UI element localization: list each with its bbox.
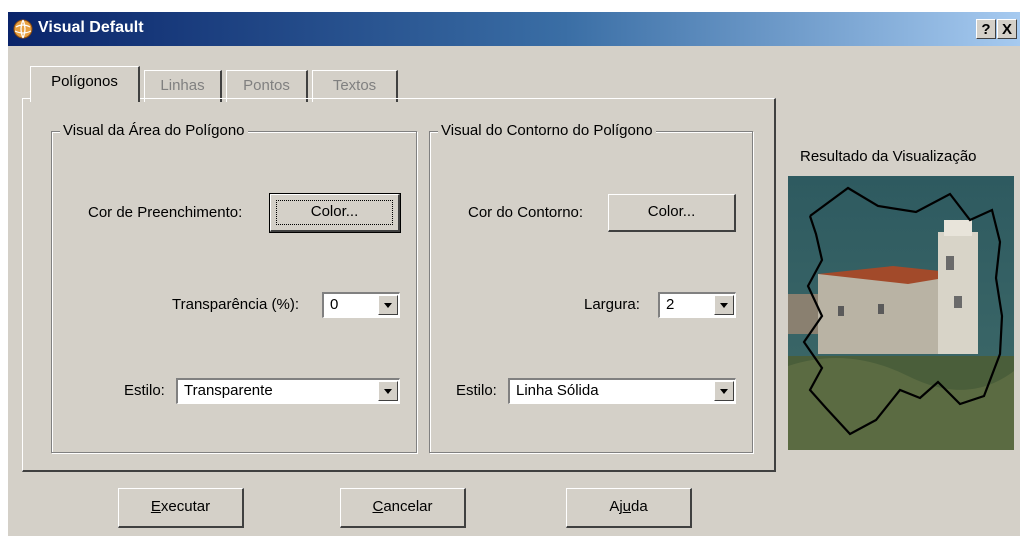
tab-poligonos[interactable]: Polígonos (30, 66, 140, 102)
title-bar[interactable]: Visual Default ? X (8, 12, 1020, 46)
chevron-down-icon[interactable] (378, 295, 398, 315)
width-value: 2 (666, 296, 675, 313)
contour-color-label: Cor do Contorno: (468, 204, 584, 221)
dialog-window: Visual Default ? X Polígonos Linhas Pont… (8, 12, 1020, 536)
help-mnemonic: u (622, 498, 631, 515)
execute-button[interactable]: Executar (118, 488, 244, 528)
contour-groupbox: Visual do Contorno do Polígono Cor do Co… (429, 122, 753, 453)
area-group-title: Visual da Área do Polígono (60, 122, 248, 139)
area-style-value: Transparente (184, 382, 273, 399)
help-label-rest: da (631, 498, 648, 515)
help-button[interactable]: Ajuda (566, 488, 692, 528)
fill-color-label: Cor de Preenchimento: (88, 204, 243, 221)
transparency-value: 0 (330, 296, 339, 313)
help-label-pre: Aj (609, 498, 623, 515)
chevron-down-icon[interactable] (714, 295, 734, 315)
app-globe-icon (13, 19, 33, 39)
cancel-mnemonic: C (372, 498, 384, 515)
close-title-button[interactable]: X (997, 19, 1017, 39)
contour-style-select[interactable]: Linha Sólida (508, 378, 736, 404)
area-style-label: Estilo: (124, 382, 165, 399)
tab-panel: Visual da Área do Polígono Cor de Preenc… (22, 98, 776, 472)
chevron-down-icon[interactable] (378, 381, 398, 401)
width-label: Largura: (584, 296, 640, 313)
contour-color-button[interactable]: Color... (608, 194, 736, 232)
transparency-label: Transparência (%): (172, 296, 299, 313)
transparency-select[interactable]: 0 (322, 292, 400, 318)
execute-mnemonic: E (150, 498, 161, 515)
preview-image (788, 176, 1014, 450)
preview-label: Resultado da Visualização (800, 148, 977, 165)
contour-group-title: Visual do Contorno do Polígono (438, 122, 656, 139)
focus-ring (276, 200, 393, 225)
contour-style-value: Linha Sólida (516, 382, 599, 399)
execute-label-rest: xecutar (160, 498, 211, 515)
cancel-label-rest: ancelar (383, 498, 433, 515)
area-style-select[interactable]: Transparente (176, 378, 400, 404)
area-groupbox: Visual da Área do Polígono Cor de Preenc… (51, 122, 417, 453)
help-title-button[interactable]: ? (976, 19, 996, 39)
contour-style-label: Estilo: (456, 382, 497, 399)
window-title: Visual Default (38, 19, 144, 36)
width-select[interactable]: 2 (658, 292, 736, 318)
chevron-down-icon[interactable] (714, 381, 734, 401)
fill-color-button[interactable]: Color... (269, 193, 401, 233)
cancel-button[interactable]: Cancelar (340, 488, 466, 528)
